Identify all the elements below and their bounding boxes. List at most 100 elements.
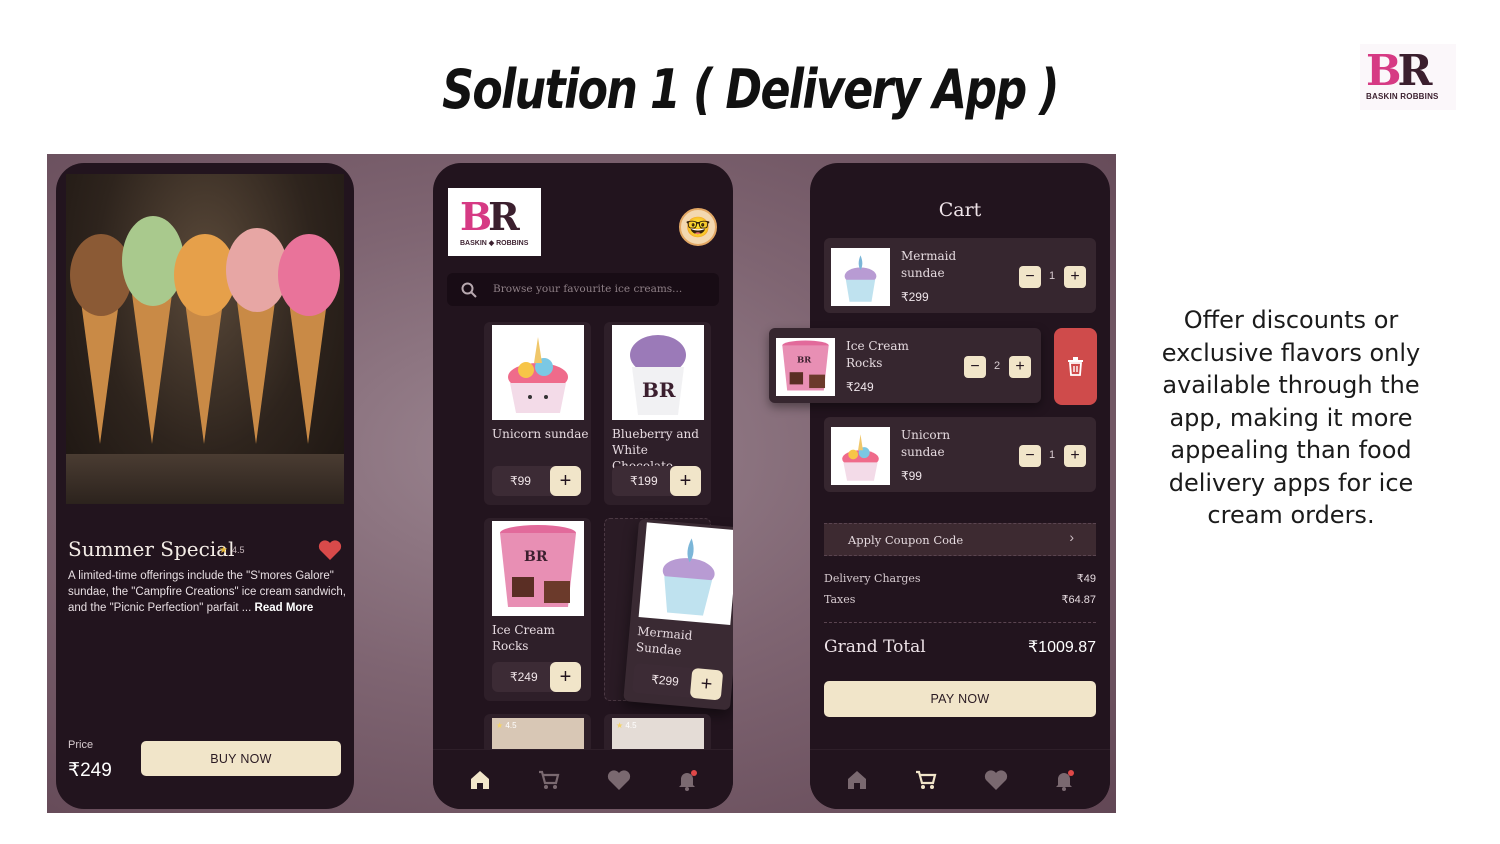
buy-now-button[interactable]: BUY NOW (141, 741, 341, 776)
product-card[interactable]: Unicorn sundae ₹99 + (484, 322, 591, 505)
pay-now-button[interactable]: PAY NOW (824, 681, 1096, 717)
product-card-partial[interactable]: ★ 4.5 (484, 714, 591, 754)
cart-item-price: ₹249 (846, 380, 874, 394)
product-name: Mermaid Sundae (635, 623, 693, 658)
phone-menu: BR BASKIN ◆ ROBBINS 🤓 Browse your favour… (433, 163, 733, 809)
heart-icon[interactable] (607, 768, 631, 792)
cart-item-name: Ice Cream Rocks (846, 339, 909, 370)
increase-qty-button[interactable]: + (1064, 266, 1086, 288)
app-logo: BR BASKIN ◆ ROBBINS (448, 188, 541, 256)
svg-text:BR: BR (797, 355, 812, 365)
apply-coupon-button[interactable]: Apply Coupon Code › (824, 523, 1096, 556)
phone-cart: Cart Mermaid sundae ₹299 − 1 + Unicorn s… (810, 163, 1110, 809)
coupon-label: Apply Coupon Code (848, 533, 964, 547)
unicorn-sundae-image (492, 325, 584, 420)
mermaid-sundae-image (831, 248, 890, 306)
home-icon[interactable] (468, 768, 492, 792)
heart-icon[interactable] (984, 768, 1008, 792)
cart-item[interactable]: Unicorn sundae ₹99 − 1 + (824, 417, 1096, 492)
price-pill: ₹199 + (612, 466, 701, 496)
partial-rating: 4.5 (625, 721, 637, 730)
app-mockup-stage: Summer Special ★ 4.5 A limited-time offe… (47, 154, 1116, 813)
cart-title: Cart (938, 199, 982, 221)
product-rating: 4.5 (232, 545, 245, 555)
price-label: Price (68, 739, 94, 751)
trash-icon (1068, 357, 1083, 376)
product-name: Ice Cream Rocks (492, 623, 555, 653)
product-card[interactable]: BR Blueberry and White Chocolate ₹199 + (604, 322, 711, 505)
delete-item-button[interactable] (1054, 328, 1097, 405)
app-logo-brand-name: BASKIN ◆ ROBBINS (460, 240, 529, 247)
search-input[interactable]: Browse your favourite ice creams... (447, 273, 719, 306)
product-price: ₹299 (650, 672, 680, 689)
increase-qty-button[interactable]: + (1009, 356, 1031, 378)
svg-text:BR: BR (642, 378, 676, 402)
app-logo-letter-b: B (460, 194, 492, 239)
add-to-cart-button[interactable]: + (550, 466, 581, 496)
product-card[interactable]: BR Ice Cream Rocks ₹249 + (484, 518, 591, 701)
grand-total-value: ₹1009.87 (1027, 639, 1096, 656)
partial-rating: 4.5 (505, 721, 517, 730)
decrease-qty-button[interactable]: − (1019, 445, 1041, 467)
item-quantity: 1 (1048, 449, 1056, 461)
delivery-charges-label: Delivery Charges (824, 572, 921, 585)
bottom-nav (433, 749, 733, 809)
price-pill: ₹99 + (492, 466, 581, 496)
decrease-qty-button[interactable]: − (964, 356, 986, 378)
cart-icon[interactable] (914, 768, 938, 792)
brand-logo: BR BASKIN ROBBINS (1360, 44, 1456, 110)
product-price: ₹249 (510, 670, 538, 684)
add-to-cart-button[interactable]: + (670, 466, 701, 496)
cart-item-name: Mermaid sundae (901, 249, 957, 280)
svg-text:BR: BR (524, 549, 548, 565)
read-more-link[interactable]: Read More (255, 602, 314, 614)
unicorn-sundae-image (831, 427, 890, 485)
star-icon: ★ (219, 545, 228, 556)
slide-title: Solution 1 ( Delivery App ) (442, 58, 1059, 121)
grand-total-label: Grand Total (824, 637, 926, 657)
chevron-right-icon: › (1069, 529, 1074, 545)
logo-letter-r: R (1397, 46, 1433, 95)
product-title: Summer Special (68, 537, 235, 561)
logo-letter-b: B (1366, 46, 1401, 95)
solution-description: Offer discounts or exclusive flavors onl… (1161, 306, 1421, 529)
ice-cream-rocks-image: BR (776, 338, 835, 396)
cart-item-name: Unicorn sundae (901, 428, 951, 459)
cart-item-swiped[interactable]: BR Ice Cream Rocks ₹249 − 2 + (769, 328, 1041, 403)
product-card-dragging[interactable]: Mermaid Sundae ₹299 + (623, 518, 733, 711)
search-icon (461, 282, 477, 298)
price-value: ₹249 (68, 760, 112, 781)
bell-icon[interactable] (675, 768, 699, 792)
home-icon[interactable] (845, 768, 869, 792)
heart-icon[interactable] (318, 539, 342, 561)
delivery-charges-value: ₹49 (1076, 573, 1096, 585)
item-quantity: 1 (1048, 270, 1056, 282)
cart-item-price: ₹299 (901, 290, 929, 304)
taxes-value: ₹64.87 (1061, 594, 1096, 606)
avatar[interactable]: 🤓 (679, 208, 717, 246)
search-placeholder: Browse your favourite ice creams... (493, 283, 683, 295)
star-icon: ★ 4.5 (616, 721, 637, 730)
increase-qty-button[interactable]: + (1064, 445, 1086, 467)
item-quantity: 2 (993, 360, 1001, 372)
cart-icon[interactable] (537, 768, 561, 792)
add-to-cart-button[interactable]: + (689, 667, 724, 701)
ice-cream-rocks-image: BR (492, 521, 584, 616)
blueberry-cup-image: BR (612, 325, 704, 420)
product-price: ₹199 (630, 474, 658, 488)
mermaid-sundae-image (638, 522, 733, 626)
product-description: A limited-time offerings include the "S'… (68, 568, 346, 616)
cart-item[interactable]: Mermaid sundae ₹299 − 1 + (824, 238, 1096, 313)
price-pill: ₹299 + (631, 662, 724, 701)
bell-icon[interactable] (1052, 768, 1076, 792)
product-card-partial[interactable]: ★ 4.5 (604, 714, 711, 754)
add-to-cart-button[interactable]: + (550, 662, 581, 692)
price-pill: ₹249 + (492, 662, 581, 692)
product-name: Unicorn sundae (492, 427, 589, 441)
divider (824, 622, 1096, 623)
bottom-nav (810, 749, 1110, 809)
hero-image (66, 174, 344, 504)
decrease-qty-button[interactable]: − (1019, 266, 1041, 288)
taxes-label: Taxes (824, 593, 856, 606)
phone-product-detail: Summer Special ★ 4.5 A limited-time offe… (56, 163, 354, 809)
